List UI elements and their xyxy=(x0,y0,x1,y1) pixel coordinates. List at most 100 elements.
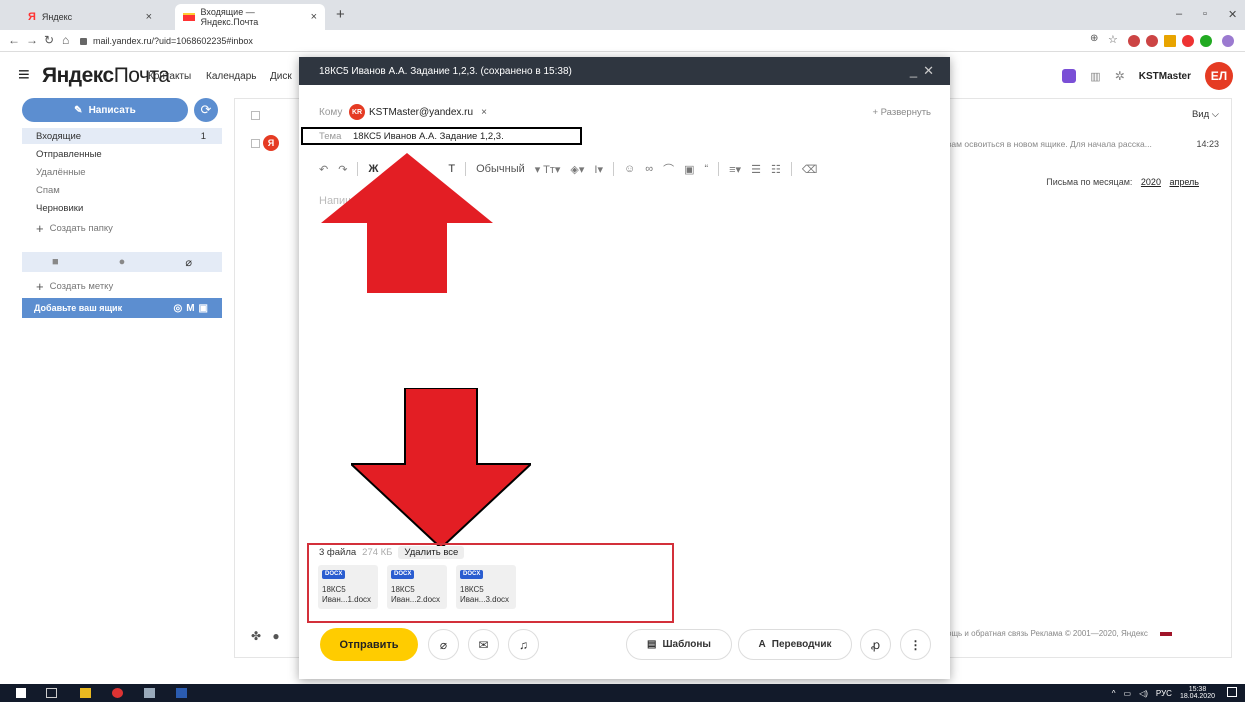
select-all-checkbox[interactable] xyxy=(251,111,260,120)
notifications-icon[interactable] xyxy=(1227,687,1237,697)
browser-tab-yandex[interactable]: Я Яндекс × xyxy=(20,4,160,30)
url-field[interactable]: mail.yandex.ru/?uid=1068602235#inbox xyxy=(80,33,980,49)
nav-disk[interactable]: Диск xyxy=(270,71,292,82)
browser-tab-mail[interactable]: Входящие — Яндекс.Почта × xyxy=(175,4,325,30)
attachment-filter-icon[interactable]: ⌀ xyxy=(185,256,192,269)
compose-title-bar[interactable]: 18КС5 Иванов А.А. Задание 1,2,3. (сохран… xyxy=(299,57,950,85)
fill-color-icon[interactable]: ◈▾ xyxy=(570,163,584,176)
new-tab-button[interactable]: + xyxy=(336,6,345,23)
quote-icon[interactable]: “ xyxy=(704,163,708,175)
compose-window-controls[interactable]: _✕ xyxy=(910,63,940,79)
avatar[interactable]: ЕЛ xyxy=(1205,62,1233,90)
message-snippet[interactable]: вам освоиться в новом ящике. Для начала … xyxy=(947,139,1152,149)
extension-icon[interactable] xyxy=(1128,35,1140,47)
unread-dot-icon[interactable]: ● xyxy=(119,256,126,268)
attachment-file[interactable]: DOCX 18КС5 Иван...2.docx xyxy=(387,565,447,609)
refresh-button[interactable]: ⟳ xyxy=(194,98,218,122)
reminder-bell-icon[interactable]: ♫ xyxy=(508,629,539,660)
month-link[interactable]: апрель xyxy=(1169,177,1199,187)
volume-icon[interactable]: ◁) xyxy=(1139,689,1148,698)
app-icon[interactable] xyxy=(144,688,155,698)
text-color-icon[interactable]: I▾ xyxy=(594,163,603,176)
image-icon[interactable]: ▣ xyxy=(684,163,694,176)
link-icon[interactable]: ∞ xyxy=(645,163,653,175)
extension-icon[interactable] xyxy=(1200,35,1212,47)
delete-all-button[interactable]: Удалить все xyxy=(398,546,465,559)
folder-deleted[interactable]: Удалённые xyxy=(22,164,222,180)
message-checkbox[interactable] xyxy=(251,139,260,148)
close-tab-icon[interactable]: × xyxy=(311,11,317,23)
username[interactable]: KSTMaster xyxy=(1139,71,1191,82)
tab-title: Яндекс xyxy=(41,12,73,22)
view-dropdown[interactable]: Вид ⌵ xyxy=(1192,109,1219,120)
envelope-icon[interactable]: ✉ xyxy=(468,629,499,660)
network-icon[interactable]: ▭ xyxy=(1124,689,1132,698)
profile-icon[interactable] xyxy=(1222,35,1234,47)
translator-button[interactable]: A Переводчик xyxy=(738,629,852,660)
zoom-icon[interactable]: ⊕ xyxy=(1090,33,1098,44)
task-view-icon[interactable] xyxy=(46,688,57,698)
folder-inbox[interactable]: Входящие 1 xyxy=(22,128,222,144)
compose-button[interactable]: ✎ Написать xyxy=(22,98,188,122)
signature-icon[interactable]: ꝓ xyxy=(860,629,891,660)
flag-icon[interactable]: ■ xyxy=(52,256,59,268)
emoji-icon[interactable]: ☺ xyxy=(624,163,635,175)
footer-links: ощь и обратная связь Реклама © 2001—2020… xyxy=(947,629,1173,638)
bullet-list-icon[interactable]: ☰ xyxy=(751,163,761,176)
minimize-icon[interactable]: – xyxy=(1176,8,1182,20)
columns-icon[interactable]: ▥ xyxy=(1090,70,1100,83)
nav-contacts[interactable]: Контакты xyxy=(148,71,191,82)
attachment-file[interactable]: DOCX 18КС5 Иван...3.docx xyxy=(456,565,516,609)
add-mailbox-banner[interactable]: Добавьте ваш ящик ◎M▣ xyxy=(22,298,222,318)
menu-icon[interactable]: ≡ xyxy=(18,64,30,87)
windows-start-icon[interactable] xyxy=(16,688,26,698)
maximize-icon[interactable]: ▫ xyxy=(1203,8,1207,20)
folder-drafts[interactable]: Черновики xyxy=(22,200,222,216)
recipient-chip[interactable]: KR KSTMaster@yandex.ru × xyxy=(349,104,487,120)
unlink-icon[interactable]: ⌒ xyxy=(663,161,674,177)
create-label-link[interactable]: + Создать метку xyxy=(22,278,222,294)
extension-icon[interactable] xyxy=(1146,35,1158,47)
settings-icon[interactable]: ✲ xyxy=(1115,69,1125,83)
subject-field[interactable]: Тема 18КС5 Иванов А.А. Задание 1,2,3. xyxy=(301,127,582,145)
recipient-avatar: KR xyxy=(349,104,365,120)
nav-calendar[interactable]: Календарь xyxy=(206,71,256,82)
home-icon[interactable]: ⌂ xyxy=(62,33,69,47)
send-button[interactable]: Отправить xyxy=(320,628,418,661)
chrome-icon[interactable] xyxy=(112,688,123,698)
language-flag-icon[interactable] xyxy=(1160,631,1173,636)
language-indicator[interactable]: РУС xyxy=(1156,689,1172,698)
folder-spam[interactable]: Спам xyxy=(22,182,222,198)
window-close-icon[interactable]: ✕ xyxy=(1228,8,1237,21)
create-folder-link[interactable]: + Создать папку xyxy=(22,220,222,236)
close-tab-icon[interactable]: × xyxy=(146,11,152,23)
file-explorer-icon[interactable] xyxy=(80,688,91,698)
remove-recipient-icon[interactable]: × xyxy=(481,107,487,118)
word-icon[interactable] xyxy=(176,688,187,698)
attachment-file[interactable]: DOCX 18КС5 Иван...1.docx xyxy=(318,565,378,609)
tray-chevron-icon[interactable]: ^ xyxy=(1112,689,1116,698)
toolbar-separator xyxy=(612,162,614,176)
forward-icon[interactable]: → xyxy=(26,33,38,47)
apple-icon[interactable]: ● xyxy=(272,629,279,643)
reload-icon[interactable]: ↻ xyxy=(44,33,54,47)
expand-button[interactable]: + Развернуть xyxy=(872,107,931,118)
year-link[interactable]: 2020 xyxy=(1141,177,1161,187)
clear-format-icon[interactable]: ⌫ xyxy=(802,163,818,176)
plus-icon[interactable] xyxy=(1062,69,1077,83)
numbered-list-icon[interactable]: ☷ xyxy=(771,163,781,176)
docx-icon: DOCX xyxy=(460,570,484,580)
header-right: ▥ ✲ KSTMaster ЕЛ xyxy=(1062,62,1233,90)
font-size-icon[interactable]: ▾ Tт▾ xyxy=(535,163,561,176)
extension-icon[interactable] xyxy=(1182,35,1194,47)
more-options-icon[interactable]: ⋮ xyxy=(900,629,931,660)
align-icon[interactable]: ≡▾ xyxy=(729,163,741,176)
clock[interactable]: 15:38 18.04.2020 xyxy=(1180,686,1215,701)
android-icon[interactable]: ✤ xyxy=(251,629,261,643)
bookmark-star-icon[interactable]: ☆ xyxy=(1108,33,1118,46)
folder-sent[interactable]: Отправленные xyxy=(22,146,222,162)
extension-icon[interactable] xyxy=(1164,35,1176,47)
back-icon[interactable]: ← xyxy=(8,33,20,47)
templates-button[interactable]: ▤ Шаблоны xyxy=(626,629,732,660)
attach-file-icon[interactable]: ⌀ xyxy=(428,629,459,660)
